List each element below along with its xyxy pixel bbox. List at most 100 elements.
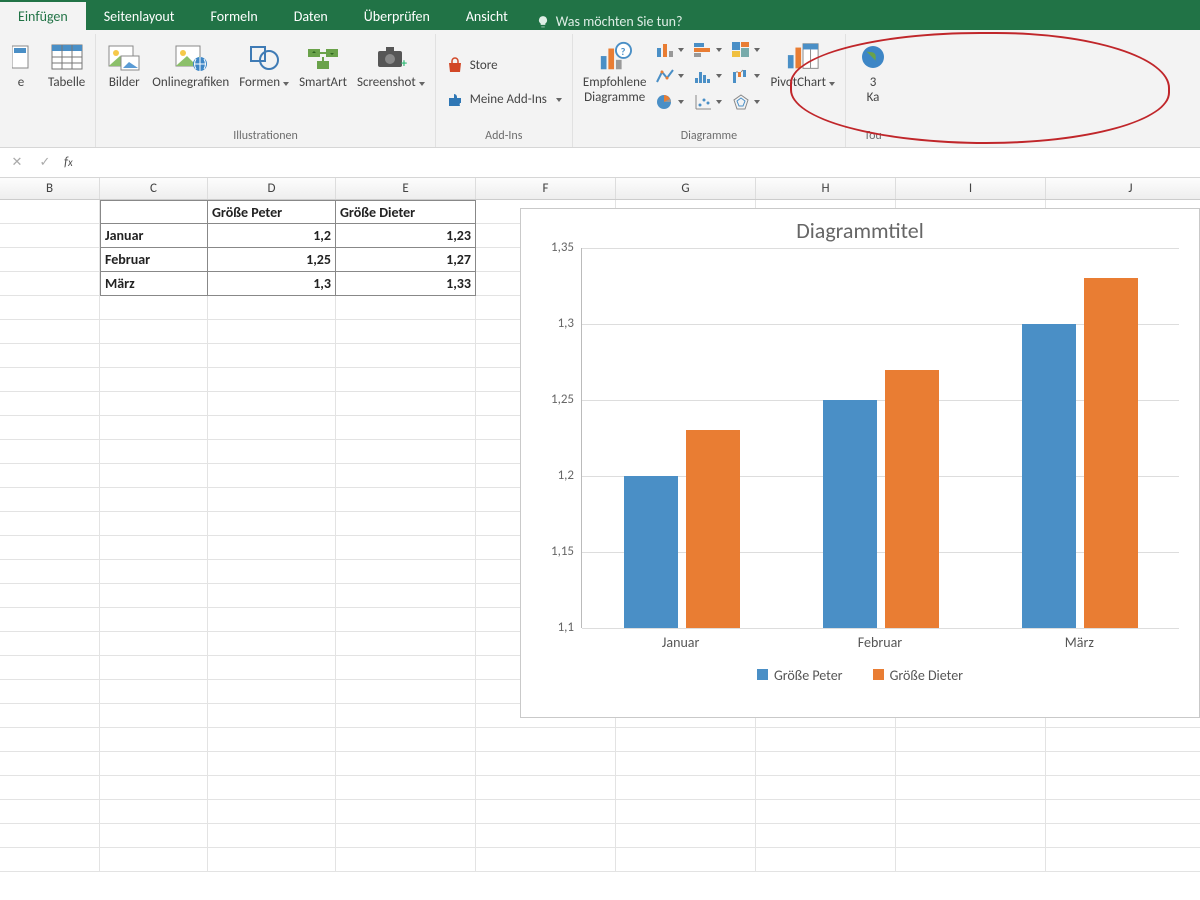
- recommended-charts-button[interactable]: ? Empfohlene Diagramme: [579, 38, 651, 108]
- cell[interactable]: [336, 488, 476, 512]
- cell[interactable]: [208, 344, 336, 368]
- cell[interactable]: [0, 200, 100, 224]
- stock-chart-button[interactable]: [728, 38, 764, 62]
- cell[interactable]: [100, 320, 208, 344]
- tab-ansicht[interactable]: Ansicht: [448, 2, 526, 30]
- cell[interactable]: [0, 848, 100, 872]
- cell[interactable]: [756, 776, 896, 800]
- cell[interactable]: [756, 824, 896, 848]
- cell[interactable]: Größe Dieter: [336, 200, 476, 224]
- cell[interactable]: [616, 728, 756, 752]
- cell[interactable]: [208, 608, 336, 632]
- shapes-button[interactable]: Formen: [235, 38, 293, 93]
- cell[interactable]: [336, 368, 476, 392]
- cell[interactable]: [336, 560, 476, 584]
- cell[interactable]: [100, 416, 208, 440]
- cell[interactable]: [0, 560, 100, 584]
- cell[interactable]: 1,33: [336, 272, 476, 296]
- cell[interactable]: [616, 776, 756, 800]
- cell[interactable]: [0, 824, 100, 848]
- cell[interactable]: [476, 848, 616, 872]
- cell[interactable]: [208, 488, 336, 512]
- cell[interactable]: [896, 752, 1046, 776]
- cell[interactable]: [0, 296, 100, 320]
- cell[interactable]: [0, 704, 100, 728]
- cell[interactable]: [896, 776, 1046, 800]
- cell[interactable]: [336, 584, 476, 608]
- cell[interactable]: [336, 680, 476, 704]
- cell[interactable]: [336, 512, 476, 536]
- histogram-button[interactable]: [690, 64, 726, 88]
- cell[interactable]: [100, 464, 208, 488]
- cell[interactable]: [336, 704, 476, 728]
- cell[interactable]: [208, 296, 336, 320]
- cell[interactable]: [208, 320, 336, 344]
- cell[interactable]: [0, 392, 100, 416]
- cell[interactable]: [100, 704, 208, 728]
- cell[interactable]: [336, 632, 476, 656]
- cell[interactable]: [208, 848, 336, 872]
- cell[interactable]: [208, 536, 336, 560]
- cell[interactable]: [336, 776, 476, 800]
- cell[interactable]: [100, 560, 208, 584]
- cell[interactable]: [476, 776, 616, 800]
- cell[interactable]: [0, 800, 100, 824]
- radar-chart-button[interactable]: [728, 90, 764, 114]
- cell[interactable]: [336, 800, 476, 824]
- cell[interactable]: [1046, 776, 1200, 800]
- cell[interactable]: [1046, 752, 1200, 776]
- store-button[interactable]: Store: [442, 54, 502, 78]
- pictures-button[interactable]: Bilder: [102, 38, 146, 93]
- cell[interactable]: [100, 200, 208, 224]
- cell[interactable]: [1046, 800, 1200, 824]
- line-chart-button[interactable]: [652, 64, 688, 88]
- pivotchart-button[interactable]: PivotChart: [766, 38, 839, 93]
- chart-legend[interactable]: Größe Peter Größe Dieter: [521, 667, 1199, 684]
- cell[interactable]: Größe Peter: [208, 200, 336, 224]
- cell[interactable]: [336, 296, 476, 320]
- cell[interactable]: [896, 848, 1046, 872]
- cell[interactable]: [0, 728, 100, 752]
- formula-enter-button[interactable]: ✓: [36, 155, 54, 170]
- cell[interactable]: [756, 728, 896, 752]
- cell[interactable]: [336, 728, 476, 752]
- cell[interactable]: [0, 272, 100, 296]
- cell[interactable]: [0, 656, 100, 680]
- scatter-chart-button[interactable]: [690, 90, 726, 114]
- cell[interactable]: [336, 464, 476, 488]
- tab-formeln[interactable]: Formeln: [192, 2, 275, 30]
- cell[interactable]: [336, 440, 476, 464]
- cell[interactable]: [208, 728, 336, 752]
- cell[interactable]: [756, 800, 896, 824]
- column-header-G[interactable]: G: [616, 178, 756, 199]
- pivot-partial-button[interactable]: e: [0, 38, 42, 93]
- formula-input[interactable]: [83, 154, 1192, 172]
- cell[interactable]: [208, 800, 336, 824]
- cell[interactable]: [336, 392, 476, 416]
- cell[interactable]: [100, 440, 208, 464]
- cell[interactable]: [616, 824, 756, 848]
- legend-item[interactable]: Größe Peter: [757, 667, 843, 684]
- cell[interactable]: [476, 824, 616, 848]
- spreadsheet[interactable]: BCDEFGHIJ Größe PeterGröße DieterJanuar1…: [0, 178, 1200, 900]
- cell[interactable]: [0, 512, 100, 536]
- cell[interactable]: [896, 824, 1046, 848]
- cell[interactable]: [100, 632, 208, 656]
- column-header-B[interactable]: B: [0, 178, 100, 199]
- my-addins-button[interactable]: Meine Add-Ins: [442, 88, 566, 112]
- cell[interactable]: [100, 344, 208, 368]
- cell[interactable]: [100, 848, 208, 872]
- cell[interactable]: [336, 656, 476, 680]
- column-header-C[interactable]: C: [100, 178, 208, 199]
- cell[interactable]: 1,27: [336, 248, 476, 272]
- cell[interactable]: [476, 752, 616, 776]
- embedded-chart[interactable]: Diagrammtitel 1,11,151,21,251,31,35 Janu…: [520, 208, 1200, 718]
- cell[interactable]: [756, 752, 896, 776]
- chart-bar[interactable]: [686, 430, 740, 628]
- cell[interactable]: [336, 824, 476, 848]
- cell[interactable]: [0, 632, 100, 656]
- screenshot-button[interactable]: + Screenshot: [353, 38, 429, 93]
- legend-item[interactable]: Größe Dieter: [873, 667, 964, 684]
- cell[interactable]: [336, 416, 476, 440]
- cell[interactable]: 1,25: [208, 248, 336, 272]
